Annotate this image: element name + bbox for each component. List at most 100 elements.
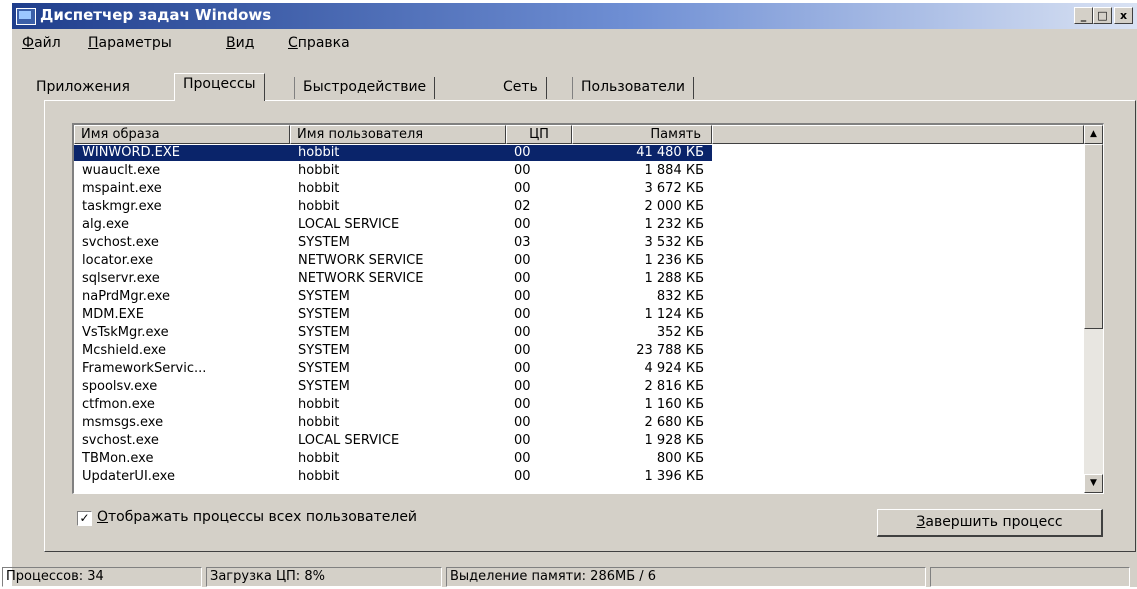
table-row[interactable]: naPrdMgr.exe SYSTEM 00 832 КБ: [74, 289, 1084, 305]
column-cpu[interactable]: ЦП: [506, 125, 572, 144]
process-memory: 41 480 КБ: [572, 145, 712, 161]
status-bar: Процессов: 34 Загрузка ЦП: 8% Выделение …: [2, 565, 1137, 589]
process-memory: 1 396 КБ: [644, 469, 705, 484]
show-all-users-label[interactable]: Отображать процессы всех пользователей: [97, 509, 417, 525]
process-cpu: 00: [514, 451, 531, 466]
process-user-name: hobbit: [298, 163, 340, 178]
scroll-down-arrow-icon[interactable]: ▼: [1084, 474, 1103, 493]
process-cpu: 00: [506, 145, 572, 161]
process-memory: 832 КБ: [656, 289, 704, 304]
process-memory: 1 232 КБ: [644, 217, 705, 232]
scroll-thumb[interactable]: [1084, 144, 1103, 329]
process-memory: 352 КБ: [656, 325, 704, 340]
process-cpu: 03: [514, 235, 531, 250]
table-row[interactable]: MDM.EXE SYSTEM 00 1 124 КБ: [74, 307, 1084, 323]
process-user-name: SYSTEM: [298, 361, 350, 376]
process-user-name: hobbit: [298, 469, 340, 484]
task-manager-icon: [16, 8, 36, 25]
process-user-name: hobbit: [290, 145, 506, 161]
process-memory: 800 КБ: [656, 451, 704, 466]
scroll-up-arrow-icon[interactable]: ▲: [1084, 125, 1103, 144]
status-extra-panel: [930, 567, 1130, 587]
process-cpu: 00: [514, 253, 531, 268]
table-row[interactable]: UpdaterUI.exe hobbit 00 1 396 КБ: [74, 469, 1084, 485]
process-list-scrollbar[interactable]: ▲ ▼: [1084, 125, 1103, 493]
tab-applications[interactable]: Приложения: [28, 77, 138, 99]
process-image-name: VsTskMgr.exe: [82, 325, 169, 340]
menu-help[interactable]: Справка: [288, 35, 350, 51]
menu-file[interactable]: Файл: [22, 35, 61, 51]
process-memory: 3 532 КБ: [644, 235, 705, 250]
process-image-name: FrameworkServic...: [82, 361, 207, 376]
process-cpu: 00: [514, 163, 531, 178]
process-memory: 1 124 КБ: [644, 307, 705, 322]
process-image-name: wuauclt.exe: [82, 163, 161, 178]
process-image-name: svchost.exe: [82, 433, 159, 448]
tab-processes[interactable]: Процессы: [174, 73, 265, 101]
process-image-name: mspaint.exe: [82, 181, 162, 196]
process-user-name: NETWORK SERVICE: [298, 253, 424, 268]
process-user-name: hobbit: [298, 181, 340, 196]
minimize-button[interactable]: _: [1074, 7, 1093, 24]
process-image-name: locator.exe: [82, 253, 154, 268]
process-user-name: SYSTEM: [298, 325, 350, 340]
process-memory: 2 680 КБ: [644, 415, 705, 430]
end-process-button[interactable]: Завершить процесс: [877, 509, 1103, 537]
table-row[interactable]: mspaint.exe hobbit 00 3 672 КБ: [74, 181, 1084, 197]
column-memory[interactable]: Память: [572, 125, 712, 144]
process-image-name: naPrdMgr.exe: [82, 289, 170, 304]
process-image-name: WINWORD.EXE: [74, 145, 290, 161]
window-title: Диспетчер задач Windows: [40, 6, 272, 24]
column-image-name[interactable]: Имя образа: [74, 125, 290, 144]
process-cpu: 00: [514, 361, 531, 376]
column-user-name[interactable]: Имя пользователя: [290, 125, 506, 144]
process-user-name: LOCAL SERVICE: [298, 217, 400, 232]
process-image-name: svchost.exe: [82, 235, 159, 250]
tab-network[interactable]: Сеть: [495, 77, 547, 99]
table-row[interactable]: taskmgr.exe hobbit 02 2 000 КБ: [74, 199, 1084, 215]
table-row[interactable]: ctfmon.exe hobbit 00 1 160 КБ: [74, 397, 1084, 413]
process-cpu: 00: [514, 343, 531, 358]
process-user-name: hobbit: [298, 415, 340, 430]
table-row[interactable]: VsTskMgr.exe SYSTEM 00 352 КБ: [74, 325, 1084, 341]
process-memory: 1 928 КБ: [644, 433, 705, 448]
table-row[interactable]: WINWORD.EXE hobbit 00 41 480 КБ: [74, 145, 1084, 161]
status-memory: Выделение памяти: 286МБ / 6: [446, 567, 926, 587]
process-image-name: UpdaterUI.exe: [82, 469, 175, 484]
process-cpu: 00: [514, 433, 531, 448]
table-row[interactable]: TBMon.exe hobbit 00 800 КБ: [74, 451, 1084, 467]
process-memory: 1 236 КБ: [644, 253, 705, 268]
process-cpu: 00: [514, 415, 531, 430]
table-row[interactable]: msmsgs.exe hobbit 00 2 680 КБ: [74, 415, 1084, 431]
maximize-button[interactable]: □: [1093, 7, 1112, 24]
process-cpu: 00: [514, 181, 531, 196]
table-row[interactable]: wuauclt.exe hobbit 00 1 884 КБ: [74, 163, 1084, 179]
menu-options[interactable]: Параметры: [88, 35, 172, 51]
table-row[interactable]: spoolsv.exe SYSTEM 00 2 816 КБ: [74, 379, 1084, 395]
tab-users[interactable]: Пользователи: [572, 77, 694, 99]
table-row[interactable]: locator.exe NETWORK SERVICE 00 1 236 КБ: [74, 253, 1084, 269]
status-cpu-usage: Загрузка ЦП: 8%: [206, 567, 442, 587]
table-row[interactable]: svchost.exe SYSTEM 03 3 532 КБ: [74, 235, 1084, 251]
table-row[interactable]: sqlservr.exe NETWORK SERVICE 00 1 288 КБ: [74, 271, 1084, 287]
process-user-name: SYSTEM: [298, 307, 350, 322]
process-image-name: alg.exe: [82, 217, 130, 232]
process-cpu: 00: [514, 397, 531, 412]
process-user-name: SYSTEM: [298, 343, 350, 358]
status-process-count: Процессов: 34: [2, 567, 202, 587]
process-cpu: 00: [514, 271, 531, 286]
table-row[interactable]: Mcshield.exe SYSTEM 00 23 788 КБ: [74, 343, 1084, 359]
process-image-name: TBMon.exe: [82, 451, 154, 466]
process-memory: 4 924 КБ: [644, 361, 705, 376]
table-row[interactable]: FrameworkServic... SYSTEM 00 4 924 КБ: [74, 361, 1084, 377]
process-memory: 2 816 КБ: [644, 379, 705, 394]
table-row[interactable]: alg.exe LOCAL SERVICE 00 1 232 КБ: [74, 217, 1084, 233]
process-memory: 1 288 КБ: [644, 271, 705, 286]
process-list[interactable]: Имя образа Имя пользователя ЦП Память WI…: [72, 123, 1104, 494]
title-bar[interactable]: Диспетчер задач Windows _ □ x: [12, 3, 1137, 29]
menu-view[interactable]: Вид: [226, 35, 254, 51]
close-button[interactable]: x: [1114, 7, 1133, 24]
show-all-users-checkbox[interactable]: ✓: [77, 511, 92, 526]
tab-performance[interactable]: Быстродействие: [294, 77, 436, 99]
table-row[interactable]: svchost.exe LOCAL SERVICE 00 1 928 КБ: [74, 433, 1084, 449]
